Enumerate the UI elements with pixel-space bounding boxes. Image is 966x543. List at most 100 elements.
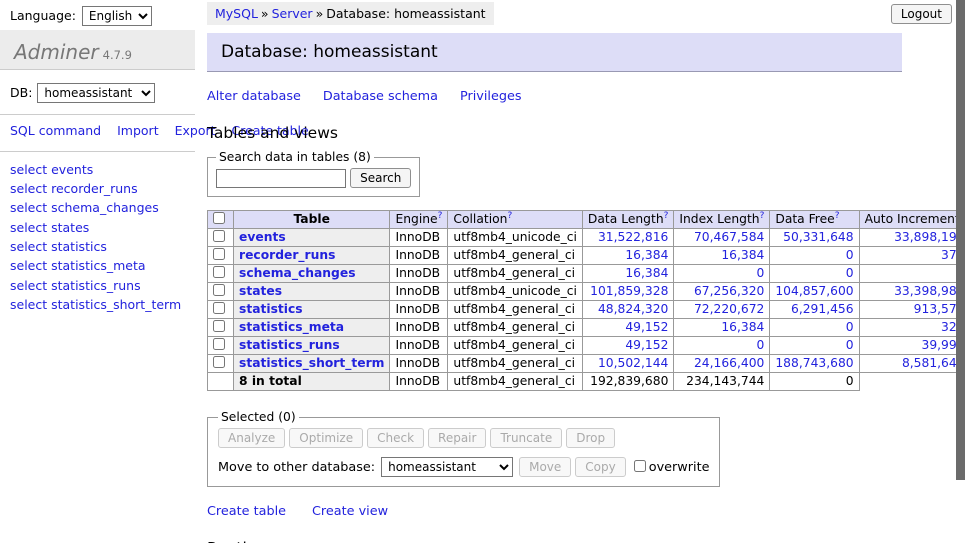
copy-button[interactable]: Copy: [575, 457, 625, 477]
sidebar-select-recorder_runs[interactable]: select recorder_runs: [10, 179, 185, 198]
sidebar-select-statistics[interactable]: select statistics: [10, 237, 185, 256]
data-free-link[interactable]: 0: [846, 248, 854, 262]
drop-button[interactable]: Drop: [566, 428, 615, 448]
move-button[interactable]: Move: [519, 457, 571, 477]
row-checkbox[interactable]: [213, 338, 225, 350]
language-select[interactable]: English: [82, 6, 152, 26]
app-logo[interactable]: Adminer: [14, 40, 99, 64]
index-length-cell: 24,166,400: [674, 355, 770, 373]
row-checkbox[interactable]: [213, 248, 225, 260]
help-icon[interactable]: ?: [760, 211, 765, 221]
db-action-links: Alter database Database schema Privileges: [207, 89, 902, 104]
table-link-statistics_runs[interactable]: statistics_runs: [239, 338, 340, 352]
data-length-link[interactable]: 101,859,328: [590, 284, 668, 298]
scrollbar[interactable]: [956, 0, 966, 543]
row-checkbox[interactable]: [213, 284, 225, 296]
index-length-cell: 70,467,584: [674, 229, 770, 247]
truncate-button[interactable]: Truncate: [490, 428, 562, 448]
create-view-link[interactable]: Create view: [312, 504, 388, 519]
search-fieldset: Search data in tables (8) Search: [207, 150, 420, 197]
sidebar-select-states[interactable]: select states: [10, 218, 185, 237]
data-length-link[interactable]: 31,522,816: [598, 230, 668, 244]
table-link-events[interactable]: events: [239, 230, 286, 244]
help-icon[interactable]: ?: [835, 211, 840, 221]
auto-increment-link[interactable]: 33,398,984: [894, 284, 964, 298]
logout-button[interactable]: Logout: [891, 4, 952, 24]
select-all-checkbox[interactable]: [213, 212, 225, 224]
data-free-link[interactable]: 0: [846, 266, 854, 280]
table-link-states[interactable]: states: [239, 284, 282, 298]
table-name-cell: schema_changes: [234, 265, 390, 283]
data-length-link[interactable]: 49,152: [625, 320, 668, 334]
data-free-link[interactable]: 6,291,456: [791, 302, 854, 316]
index-length-link[interactable]: 16,384: [721, 248, 764, 262]
auto-increment-cell: 8,581,645: [859, 355, 966, 373]
index-length-link[interactable]: 72,220,672: [694, 302, 764, 316]
row-checkbox[interactable]: [213, 320, 225, 332]
routines-section-title: Routines: [207, 539, 902, 543]
create-table-link[interactable]: Create table: [207, 504, 286, 519]
auto-increment-link[interactable]: 33,898,196: [894, 230, 964, 244]
data-length-link[interactable]: 49,152: [625, 338, 668, 352]
sidebar-select-events[interactable]: select events: [10, 160, 185, 179]
breadcrumb-server-link[interactable]: Server: [272, 6, 313, 21]
optimize-button[interactable]: Optimize: [289, 428, 363, 448]
table-row: eventsInnoDButf8mb4_unicode_ci31,522,816…: [208, 229, 966, 247]
table-link-schema_changes[interactable]: schema_changes: [239, 266, 356, 280]
analyze-button[interactable]: Analyze: [218, 428, 285, 448]
breadcrumb: MySQL»Server»Database: homeassistant: [207, 2, 494, 25]
data-free-link[interactable]: 104,857,600: [775, 284, 853, 298]
data-length-link[interactable]: 48,824,320: [598, 302, 668, 316]
data-free-link[interactable]: 50,331,648: [783, 230, 853, 244]
index-length-link[interactable]: 67,256,320: [694, 284, 764, 298]
sidebar-action-import[interactable]: Import: [117, 123, 159, 138]
table-link-statistics_short_term[interactable]: statistics_short_term: [239, 356, 384, 370]
scrollbar-thumb[interactable]: [956, 0, 965, 480]
auto-increment-cell: 913,577: [859, 301, 966, 319]
total-data-free-cell: 0: [770, 373, 859, 391]
check-button[interactable]: Check: [367, 428, 424, 448]
overwrite-checkbox[interactable]: [634, 460, 646, 472]
row-checkbox[interactable]: [213, 230, 225, 242]
row-checkbox[interactable]: [213, 266, 225, 278]
breadcrumb-separator: »: [316, 6, 324, 21]
data-length-link[interactable]: 16,384: [625, 266, 668, 280]
tab-alter-database[interactable]: Alter database: [207, 89, 301, 104]
total-label-cell: 8 in total: [234, 373, 390, 391]
data-free-link[interactable]: 0: [846, 320, 854, 334]
table-link-recorder_runs[interactable]: recorder_runs: [239, 248, 335, 262]
search-button[interactable]: Search: [350, 168, 411, 188]
index-length-link[interactable]: 24,166,400: [694, 356, 764, 370]
tab-database-schema[interactable]: Database schema: [323, 89, 438, 104]
row-checkbox[interactable]: [213, 356, 225, 368]
table-link-statistics[interactable]: statistics: [239, 302, 303, 316]
index-length-link[interactable]: 0: [757, 338, 765, 352]
index-length-link[interactable]: 16,384: [721, 320, 764, 334]
breadcrumb-mysql-link[interactable]: MySQL: [215, 6, 258, 21]
tab-privileges[interactable]: Privileges: [460, 89, 522, 104]
sidebar-select-statistics_short_term[interactable]: select statistics_short_term: [10, 295, 185, 314]
help-icon[interactable]: ?: [664, 211, 669, 221]
index-length-link[interactable]: 70,467,584: [694, 230, 764, 244]
data-length-link[interactable]: 10,502,144: [598, 356, 668, 370]
sidebar-select-statistics_runs[interactable]: select statistics_runs: [10, 276, 185, 295]
breadcrumb-current: Database: homeassistant: [326, 6, 485, 21]
index-length-link[interactable]: 0: [757, 266, 765, 280]
data-free-link[interactable]: 188,743,680: [775, 356, 853, 370]
sidebar-action-sql-command[interactable]: SQL command: [10, 123, 101, 138]
search-input[interactable]: [216, 169, 346, 188]
help-icon[interactable]: ?: [438, 211, 443, 221]
sidebar-select-statistics_meta[interactable]: select statistics_meta: [10, 256, 185, 275]
db-select[interactable]: homeassistant: [37, 83, 155, 103]
row-checkbox-cell: [208, 283, 234, 301]
index-length-cell: 72,220,672: [674, 301, 770, 319]
help-icon[interactable]: ?: [507, 211, 512, 221]
row-checkbox[interactable]: [213, 302, 225, 314]
move-database-select[interactable]: homeassistant: [381, 457, 513, 477]
index-length-cell: 16,384: [674, 319, 770, 337]
data-length-link[interactable]: 16,384: [625, 248, 668, 262]
sidebar-select-schema_changes[interactable]: select schema_changes: [10, 198, 185, 217]
repair-button[interactable]: Repair: [428, 428, 486, 448]
data-free-link[interactable]: 0: [846, 338, 854, 352]
table-link-statistics_meta[interactable]: statistics_meta: [239, 320, 344, 334]
